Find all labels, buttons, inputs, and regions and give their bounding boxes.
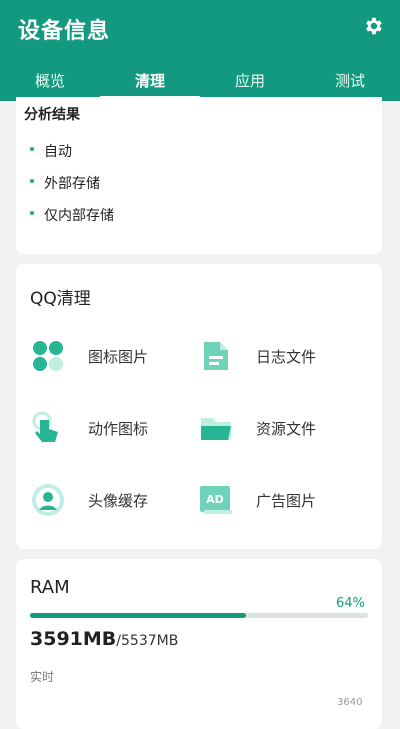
tab-bar: 概览 清理 应用 测试 [0, 58, 400, 101]
option-label: 外部存储 [44, 176, 100, 192]
grid-icon [33, 341, 63, 371]
ram-title: RAM [30, 577, 70, 598]
feature-label: 头像缓存 [88, 491, 149, 510]
ram-progress-bar [30, 613, 368, 618]
analysis-option-external[interactable]: 外部存储 [30, 173, 100, 193]
ad-icon: AD [200, 486, 232, 514]
gear-icon[interactable] [362, 15, 384, 37]
avatar-icon [32, 484, 64, 516]
feature-resource-files[interactable]: 资源文件 [198, 410, 316, 446]
feature-label: 日志文件 [256, 347, 317, 366]
feature-action-icons[interactable]: 动作图标 [30, 410, 148, 446]
chart-y-axis-label: 3640 [337, 697, 363, 708]
tab-apps[interactable]: 应用 [200, 70, 300, 91]
document-icon [204, 342, 228, 370]
feature-label: 动作图标 [88, 419, 149, 438]
option-label: 自动 [44, 144, 72, 160]
option-label: 仅内部存储 [44, 208, 114, 224]
tab-overview[interactable]: 概览 [0, 70, 100, 91]
app-bar: 设备信息 概览 清理 应用 测试 [0, 0, 400, 101]
tab-test[interactable]: 测试 [300, 70, 400, 91]
feature-ad-images[interactable]: AD 广告图片 [198, 482, 316, 518]
bullet-icon [30, 211, 34, 215]
feature-icon-images[interactable]: 图标图片 [30, 338, 148, 374]
qq-clean-title: QQ清理 [30, 289, 91, 309]
ad-icon-text: AD [206, 493, 224, 506]
page-title: 设备信息 [18, 19, 111, 44]
feature-avatar-cache[interactable]: 头像缓存 [30, 482, 148, 518]
bullet-icon [30, 179, 34, 183]
ram-percent: 64% [336, 596, 365, 611]
tab-clean[interactable]: 清理 [100, 70, 200, 91]
analysis-option-internal[interactable]: 仅内部存储 [30, 205, 114, 225]
feature-log-files[interactable]: 日志文件 [198, 338, 316, 374]
ram-progress-fill [30, 613, 247, 618]
feature-label: 资源文件 [256, 419, 317, 438]
ram-total-value: /5537MB [116, 633, 179, 649]
bullet-icon [30, 147, 34, 151]
tap-hand-icon [32, 411, 58, 442]
feature-label: 图标图片 [88, 347, 149, 366]
analysis-title: 分析结果 [24, 107, 80, 123]
folder-icon [201, 418, 231, 440]
feature-label: 广告图片 [256, 491, 317, 510]
ram-used-value: 3591MB [30, 628, 117, 650]
realtime-label: 实时 [30, 670, 55, 684]
ram-usage: 3591MB/5537MB [30, 628, 178, 650]
analysis-option-auto[interactable]: 自动 [30, 141, 72, 161]
